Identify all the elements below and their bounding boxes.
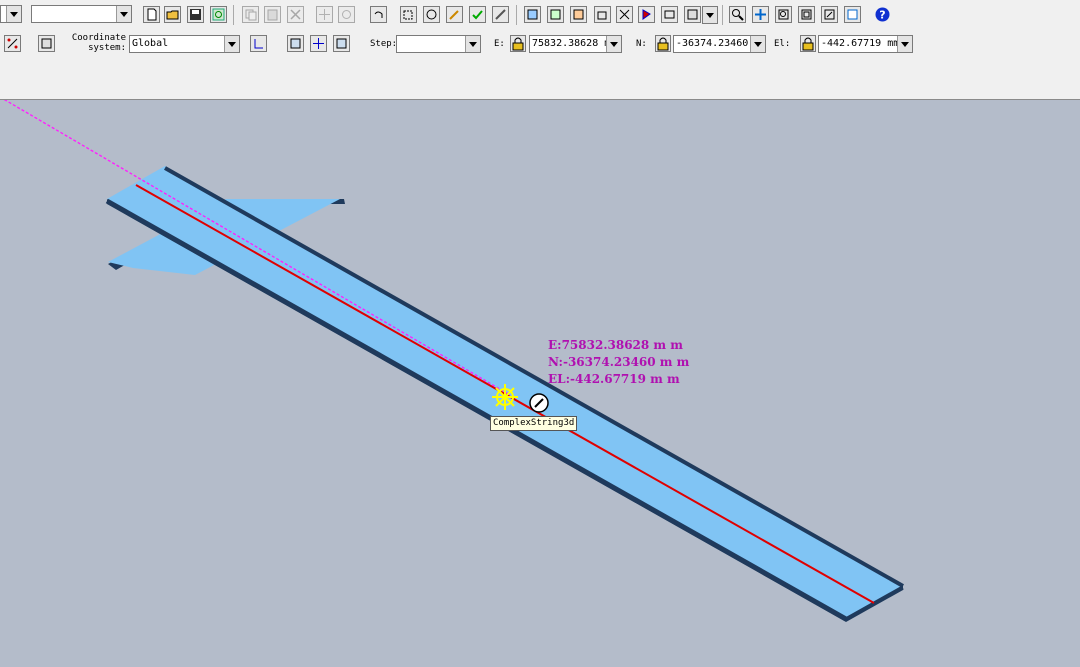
e-coordinate-value: 75832.38628 m [532,38,611,49]
view-icon[interactable] [524,6,541,23]
toolbar-row-2: Coordinate system: Global Step: E: 75832… [0,32,1080,58]
cursor-pen-icon [529,393,549,413]
view-icon[interactable] [661,6,678,23]
lock-icon[interactable] [655,35,671,52]
edit-icon[interactable] [446,6,463,23]
slab-outer-edge [105,198,848,622]
zoom-icon[interactable] [798,6,815,23]
axis-icon[interactable] [250,35,267,52]
view-icon[interactable] [570,6,587,23]
help-icon[interactable]: ? [874,6,891,23]
e-coordinate-field[interactable]: 75832.38628 m [529,35,622,53]
view-icon[interactable] [616,6,633,23]
measure-icon[interactable] [423,6,440,23]
lock-icon[interactable] [800,35,816,52]
coord-el-readout: EL:-442.67719 m m [548,372,680,386]
coord-n-readout: N:-36374.23460 m m [548,355,690,369]
coordinate-system-value: Global [132,38,169,49]
el-coordinate-value: -442.67719 mm [821,38,900,49]
toolbar-area: ? Coordinate system: Global Step: E: 758… [0,0,1080,100]
zoom-icon[interactable] [821,6,838,23]
view-dropdown[interactable] [702,6,718,24]
delete-icon[interactable] [287,6,304,23]
open-folder-icon[interactable] [164,6,181,23]
top-left-dropdown[interactable] [0,5,22,23]
model-canvas[interactable] [0,100,1080,667]
select-icon[interactable] [400,6,417,23]
zoom-icon[interactable] [775,6,792,23]
el-label: El: [774,39,791,49]
top-combo[interactable] [31,5,132,23]
undo-icon[interactable] [370,6,387,23]
toolbar-row-1: ? [0,5,1080,29]
view-icon[interactable] [638,6,655,23]
snap-icon[interactable] [333,35,350,52]
refresh-icon[interactable] [210,6,227,23]
pencil-icon[interactable] [492,6,509,23]
el-coordinate-field[interactable]: -442.67719 mm [818,35,913,53]
view-icon[interactable] [684,6,701,23]
rotate-icon[interactable] [338,6,355,23]
save-icon[interactable] [187,6,204,23]
paste-icon[interactable] [264,6,281,23]
coordinate-system-select[interactable]: Global [129,35,240,53]
copy-icon[interactable] [242,6,259,23]
properties-icon[interactable] [38,35,55,52]
percent-icon[interactable] [4,35,21,52]
n-coordinate-value: -36374.23460 [676,38,749,49]
view-icon[interactable] [594,6,611,23]
coordinate-system-label: Coordinate system: [71,33,126,53]
step-label: Step: [370,39,398,49]
zoom-icon[interactable] [729,6,746,23]
snap-icon[interactable] [287,35,304,52]
n-label: N: [636,39,647,49]
lock-icon[interactable] [510,35,526,52]
coord-e-readout: E:75832.38628 m m [548,338,683,352]
3d-viewport[interactable]: E:75832.38628 m m N:-36374.23460 m m EL:… [0,100,1080,667]
snap-icon[interactable] [310,35,327,52]
new-file-icon[interactable] [143,6,160,23]
e-label: E: [494,39,505,49]
zoom-icon[interactable] [844,6,861,23]
tooltip: ComplexString3d [490,416,578,431]
svg-text:?: ? [879,9,885,22]
n-coordinate-field[interactable]: -36374.23460 [673,35,766,53]
zoom-icon[interactable] [752,6,769,23]
check-icon[interactable] [469,6,486,23]
move-icon[interactable] [316,6,333,23]
step-select[interactable] [396,35,481,53]
view-icon[interactable] [547,6,564,23]
slab-inner-edge [164,166,904,588]
